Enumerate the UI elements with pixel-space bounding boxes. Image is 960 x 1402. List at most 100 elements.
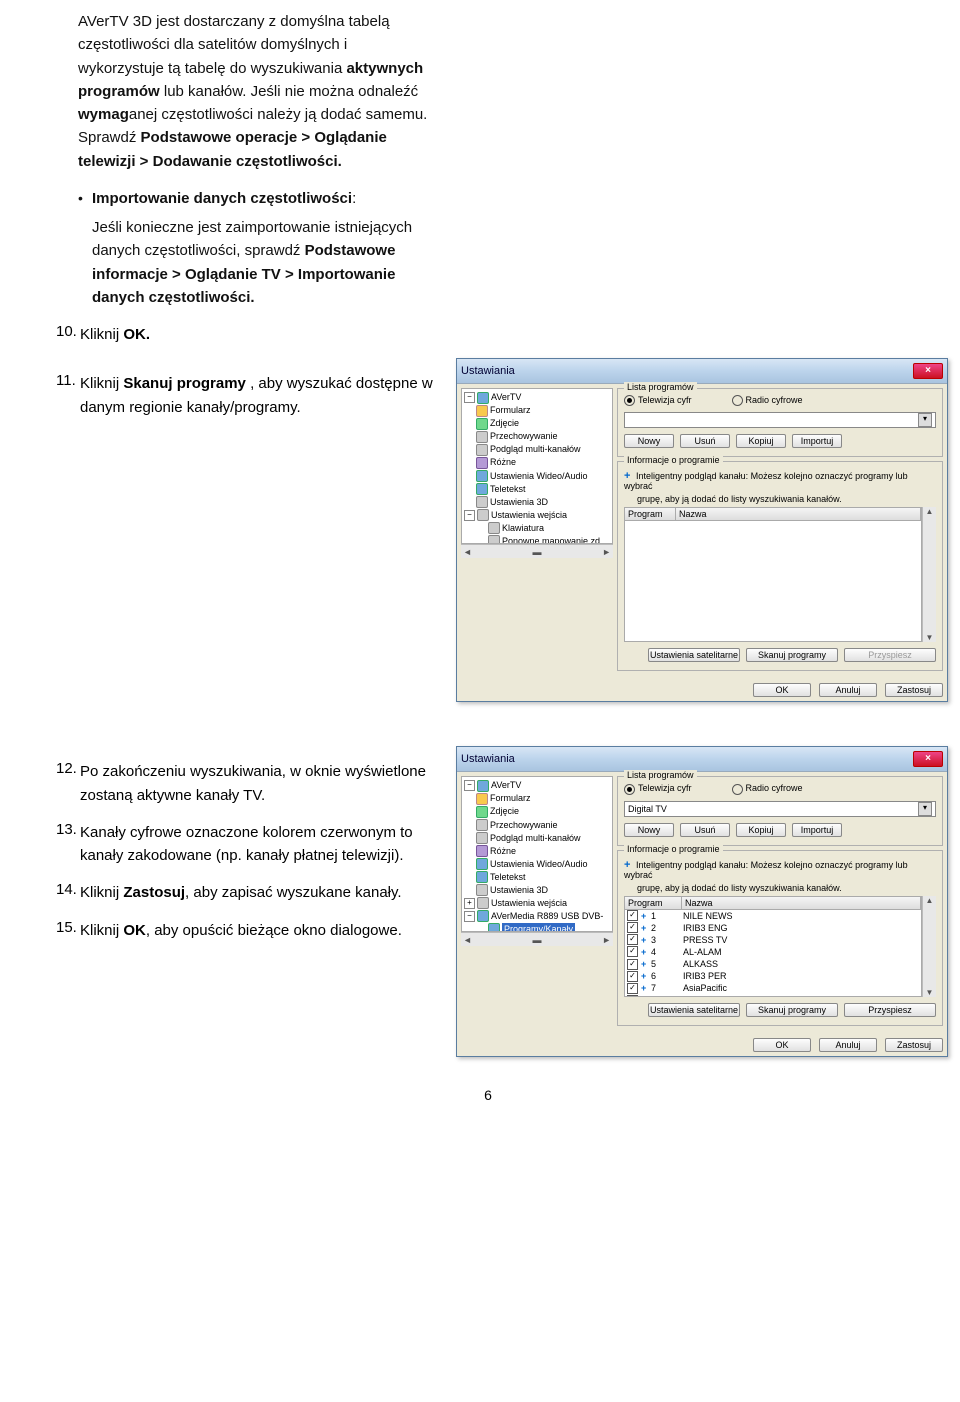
channel-row[interactable]: ✓+1NILE NEWS bbox=[625, 910, 921, 922]
scroll-down-icon[interactable]: ▼ bbox=[926, 633, 934, 642]
tree-node[interactable]: Przechowywanie bbox=[490, 819, 558, 832]
cancel-button[interactable]: Anuluj bbox=[819, 1038, 877, 1052]
radio-radio[interactable]: Radio cyfrowe bbox=[732, 395, 803, 406]
scroll-thumb[interactable]: ▬ bbox=[533, 547, 542, 557]
delete-button[interactable]: Usuń bbox=[680, 823, 730, 837]
checkbox-icon[interactable]: ✓ bbox=[627, 959, 638, 970]
tree-pane[interactable]: − AVerTV Formularz Zdjęcie Przechowywanie… bbox=[461, 776, 613, 932]
list-header[interactable]: Program Nazwa bbox=[624, 896, 922, 910]
tree-root[interactable]: AVerTV bbox=[491, 779, 521, 792]
new-button[interactable]: Nowy bbox=[624, 434, 674, 448]
ok-button[interactable]: OK bbox=[753, 1038, 811, 1052]
scroll-down-icon[interactable]: ▼ bbox=[926, 988, 934, 997]
close-icon[interactable]: × bbox=[913, 363, 943, 379]
tree-node-selected[interactable]: Programy/Kanały bbox=[502, 923, 575, 932]
radio-radio[interactable]: Radio cyfrowe bbox=[732, 783, 803, 794]
import-button[interactable]: Importuj bbox=[792, 434, 842, 448]
tree-node[interactable]: AVerMedia R889 USB DVB- bbox=[491, 910, 603, 923]
scroll-right-icon[interactable]: ► bbox=[602, 547, 611, 557]
copy-button[interactable]: Kopiuj bbox=[736, 823, 786, 837]
col-name[interactable]: Nazwa bbox=[682, 897, 921, 909]
titlebar[interactable]: Ustawiania × bbox=[457, 747, 947, 772]
tree-root[interactable]: AVerTV bbox=[491, 391, 521, 404]
col-program[interactable]: Program bbox=[625, 897, 682, 909]
group-select[interactable]: Digital TV ▾ bbox=[624, 801, 936, 817]
list-header[interactable]: Program Nazwa bbox=[624, 507, 922, 521]
tree-node[interactable]: Formularz bbox=[490, 404, 531, 417]
channel-row[interactable]: ✓+3PRESS TV bbox=[625, 934, 921, 946]
tree-expand-icon[interactable]: − bbox=[464, 911, 475, 922]
channel-row[interactable]: ✓+6IRIB3 PER bbox=[625, 970, 921, 982]
tree-scrollbar[interactable]: ◄ ▬ ► bbox=[461, 544, 613, 558]
channel-row[interactable]: ✓+8Syria TV bbox=[625, 994, 921, 996]
close-icon[interactable]: × bbox=[913, 751, 943, 767]
apply-button[interactable]: Zastosuj bbox=[885, 683, 943, 697]
titlebar[interactable]: Ustawiania × bbox=[457, 359, 947, 384]
tree-node[interactable]: Podgląd multi-kanałów bbox=[490, 443, 581, 456]
checkbox-icon[interactable]: ✓ bbox=[627, 910, 638, 921]
checkbox-icon[interactable]: ✓ bbox=[627, 922, 638, 933]
tree-node[interactable]: Zdjęcie bbox=[490, 417, 519, 430]
tree-scrollbar[interactable]: ◄ ▬ ► bbox=[461, 932, 613, 946]
tree-node[interactable]: Różne bbox=[490, 456, 516, 469]
ok-button[interactable]: OK bbox=[753, 683, 811, 697]
speedup-button[interactable]: Przyspiesz bbox=[844, 1003, 936, 1017]
tree-expand-icon[interactable]: − bbox=[464, 392, 475, 403]
tree-node[interactable]: Formularz bbox=[490, 792, 531, 805]
tree-node[interactable]: Teletekst bbox=[490, 871, 526, 884]
checkbox-icon[interactable]: ✓ bbox=[627, 934, 638, 945]
import-button[interactable]: Importuj bbox=[792, 823, 842, 837]
satellite-settings-button[interactable]: Ustawienia satelitarne bbox=[648, 1003, 740, 1017]
copy-button[interactable]: Kopiuj bbox=[736, 434, 786, 448]
tree-node[interactable]: Ustawienia Wideo/Audio bbox=[490, 470, 588, 483]
checkbox-icon[interactable]: ✓ bbox=[627, 995, 638, 996]
col-program[interactable]: Program bbox=[625, 508, 676, 520]
tree-node[interactable]: Przechowywanie bbox=[490, 430, 558, 443]
apply-button[interactable]: Zastosuj bbox=[885, 1038, 943, 1052]
scroll-left-icon[interactable]: ◄ bbox=[463, 935, 472, 945]
tree-node[interactable]: Ponowne mapowanie zd bbox=[502, 535, 600, 544]
checkbox-icon[interactable]: ✓ bbox=[627, 946, 638, 957]
tree-icon bbox=[477, 897, 489, 909]
channel-list[interactable]: ✓+1NILE NEWS✓+2IRIB3 ENG✓+3PRESS TV✓+4AL… bbox=[624, 910, 922, 997]
satellite-settings-button[interactable]: Ustawienia satelitarne bbox=[648, 648, 740, 662]
tree-node[interactable]: Ustawienia Wideo/Audio bbox=[490, 858, 588, 871]
tree-pane[interactable]: − AVerTV Formularz Zdjęcie Przechowywanie… bbox=[461, 388, 613, 544]
scroll-left-icon[interactable]: ◄ bbox=[463, 547, 472, 557]
checkbox-icon[interactable]: ✓ bbox=[627, 983, 638, 994]
tree-expand-icon[interactable]: − bbox=[464, 780, 475, 791]
channel-row[interactable]: ✓+7AsiaPacific bbox=[625, 982, 921, 994]
scan-programs-button[interactable]: Skanuj programy bbox=[746, 1003, 838, 1017]
tree-node[interactable]: Ustawienia 3D bbox=[490, 496, 548, 509]
group-select[interactable]: ▾ bbox=[624, 412, 936, 428]
list-scrollbar[interactable]: ▲ ▼ bbox=[922, 507, 936, 642]
tree-node[interactable]: Teletekst bbox=[490, 483, 526, 496]
radio-tv[interactable]: Telewizja cyfr bbox=[624, 395, 692, 406]
list-scrollbar[interactable]: ▲ ▼ bbox=[922, 896, 936, 997]
new-button[interactable]: Nowy bbox=[624, 823, 674, 837]
chevron-down-icon[interactable]: ▾ bbox=[918, 802, 932, 816]
cancel-button[interactable]: Anuluj bbox=[819, 683, 877, 697]
scroll-thumb[interactable]: ▬ bbox=[533, 935, 542, 945]
channel-row[interactable]: ✓+2IRIB3 ENG bbox=[625, 922, 921, 934]
scroll-up-icon[interactable]: ▲ bbox=[926, 896, 934, 905]
tree-node[interactable]: Ustawienia 3D bbox=[490, 884, 548, 897]
tree-expand-icon[interactable]: − bbox=[464, 510, 475, 521]
tree-expand-icon[interactable]: + bbox=[464, 898, 475, 909]
delete-button[interactable]: Usuń bbox=[680, 434, 730, 448]
chevron-down-icon[interactable]: ▾ bbox=[918, 413, 932, 427]
tree-node[interactable]: Klawiatura bbox=[502, 522, 544, 535]
tree-node[interactable]: Ustawienia wejścia bbox=[491, 509, 567, 522]
tree-node[interactable]: Podgląd multi-kanałów bbox=[490, 832, 581, 845]
tree-node[interactable]: Różne bbox=[490, 845, 516, 858]
scroll-up-icon[interactable]: ▲ bbox=[926, 507, 934, 516]
tree-node[interactable]: Ustawienia wejścia bbox=[491, 897, 567, 910]
radio-tv[interactable]: Telewizja cyfr bbox=[624, 783, 692, 794]
col-name[interactable]: Nazwa bbox=[676, 508, 921, 520]
checkbox-icon[interactable]: ✓ bbox=[627, 971, 638, 982]
tree-node[interactable]: Zdjęcie bbox=[490, 805, 519, 818]
channel-row[interactable]: ✓+4AL-ALAM bbox=[625, 946, 921, 958]
channel-row[interactable]: ✓+5ALKASS bbox=[625, 958, 921, 970]
scan-programs-button[interactable]: Skanuj programy bbox=[746, 648, 838, 662]
scroll-right-icon[interactable]: ► bbox=[602, 935, 611, 945]
